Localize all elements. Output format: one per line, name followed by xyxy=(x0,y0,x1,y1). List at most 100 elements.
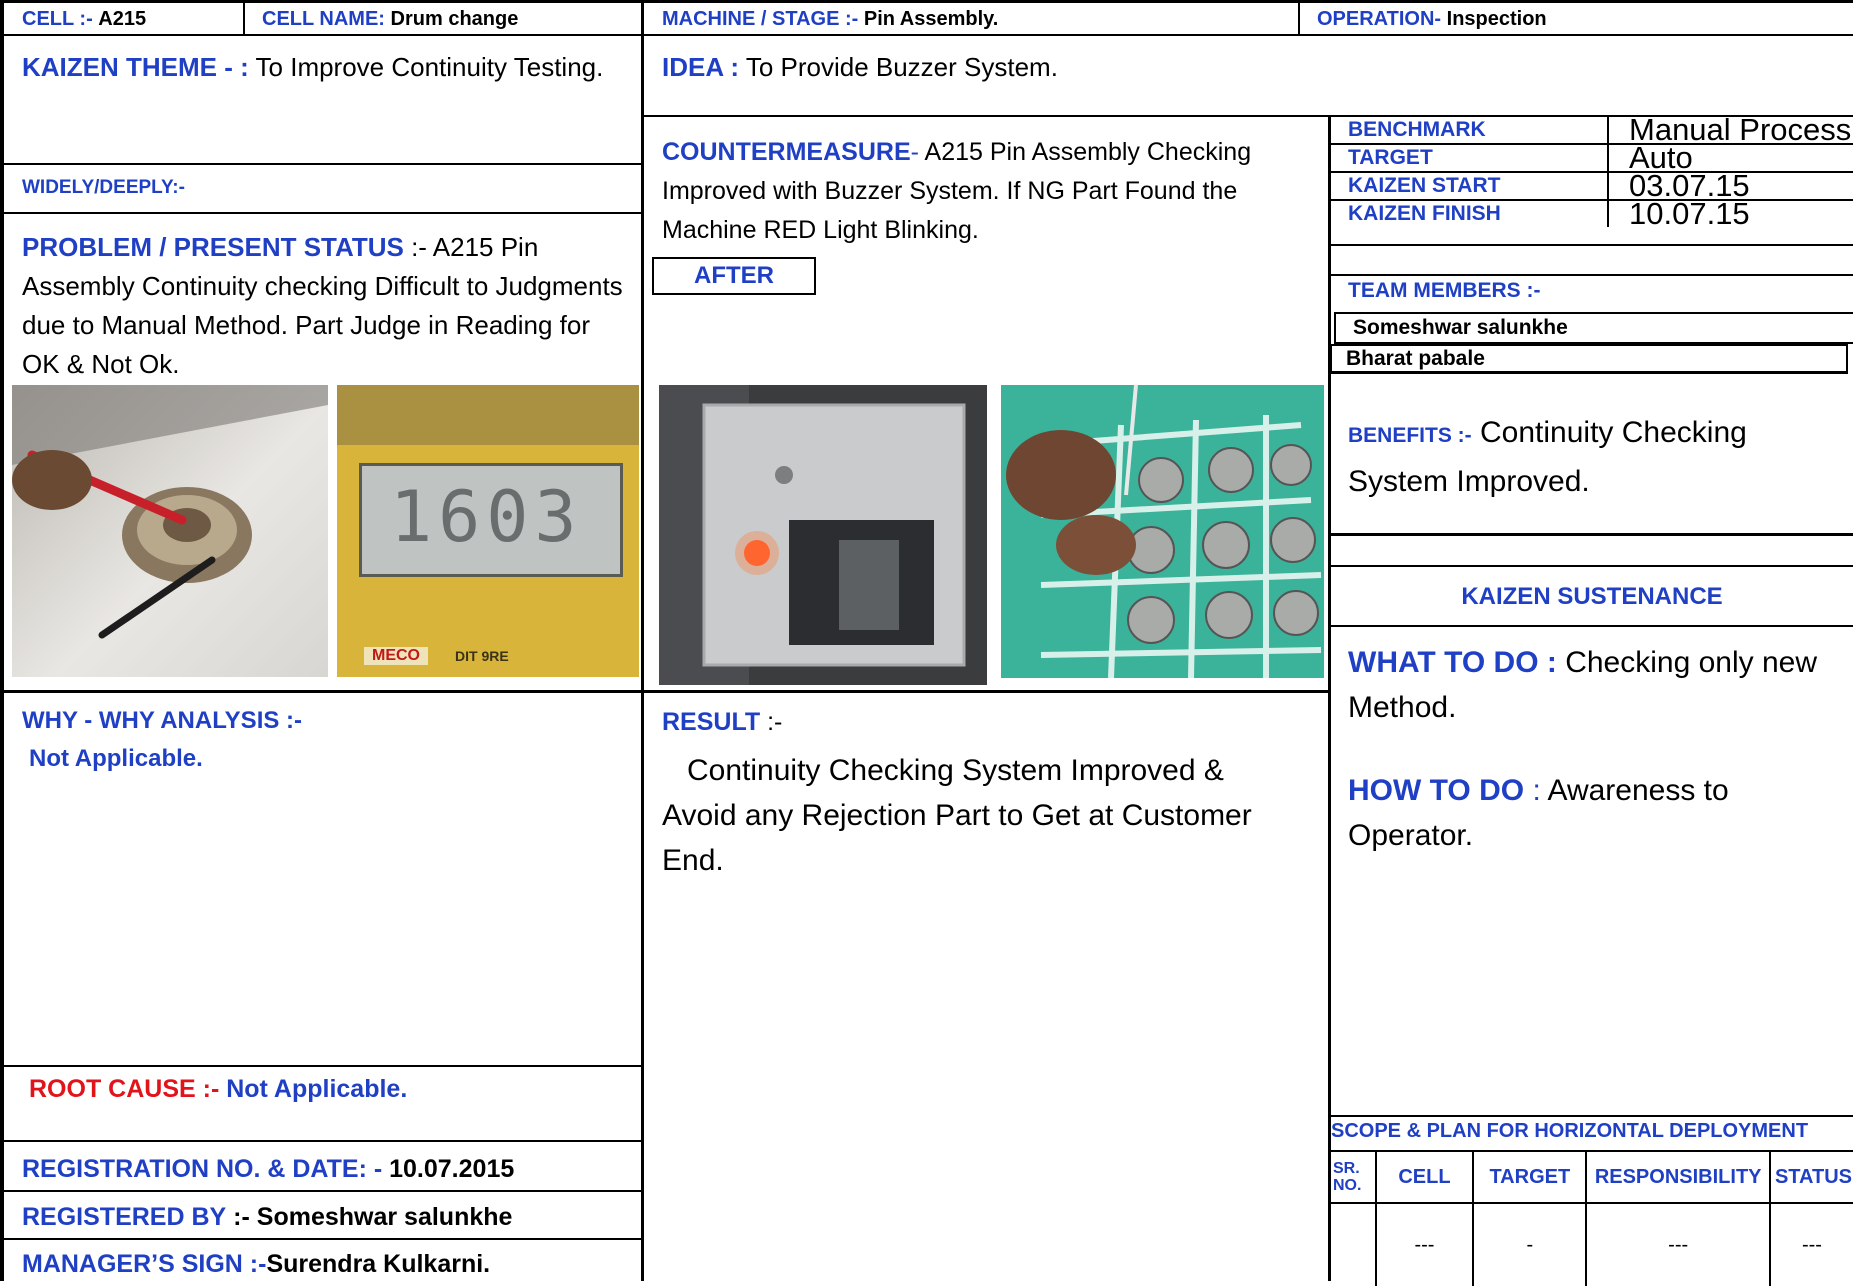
how-to-do-label: HOW TO DO xyxy=(1348,774,1525,807)
widely-deeply-label: WIDELY/DEEPLY:- xyxy=(22,177,185,198)
scope-header-target: TARGET xyxy=(1473,1151,1588,1203)
countermeasure: COUNTERMEASURE- A215 Pin Assembly Checki… xyxy=(662,133,1312,250)
manager-sign-label: MANAGER’S SIGN :- xyxy=(22,1250,267,1278)
result-text: Continuity Checking System Improved & Av… xyxy=(662,754,1252,877)
info-value-kaizen-finish: 10.07.15 xyxy=(1629,196,1750,231)
idea-label: IDEA : xyxy=(662,52,740,82)
after-label: AFTER xyxy=(694,262,774,289)
how-to-do-sep: : xyxy=(1532,774,1541,807)
sustenance-top-rule xyxy=(1328,565,1853,567)
scope-title: SCOPE & PLAN FOR HORIZONTAL DEPLOYMENT xyxy=(1331,1120,1809,1142)
info-table-bottom-rule xyxy=(1328,244,1853,246)
header-machine-label: MACHINE / STAGE :- xyxy=(662,8,859,30)
problem-photo-probe xyxy=(12,385,328,677)
meter-display: 1603 xyxy=(359,463,623,577)
kaizen-theme-text: To Improve Continuity Testing. xyxy=(255,52,604,82)
header-operation: OPERATION- Inspection xyxy=(1317,8,1547,31)
registered-by-label: REGISTERED BY xyxy=(22,1203,227,1231)
meter-brand: meco xyxy=(364,647,428,665)
manager-sign: MANAGER’S SIGN :-Surendra Kulkarni. xyxy=(22,1250,490,1279)
top-border xyxy=(0,0,1853,3)
why-why-text: Not Applicable. xyxy=(29,745,203,772)
root-cause: ROOT CAUSE :- Not Applicable. xyxy=(29,1075,407,1104)
what-to-do-label: WHAT TO DO : xyxy=(1348,646,1557,679)
scope-cell-cell: --- xyxy=(1375,1202,1475,1286)
info-label-benchmark: BENCHMARK xyxy=(1331,117,1609,145)
after-photo-tray xyxy=(1001,385,1324,678)
sustenance-title: KAIZEN SUSTENANCE xyxy=(1461,583,1723,610)
benefits: BENEFITS :- Continuity Checking System I… xyxy=(1348,410,1838,505)
scope-cell-target: - xyxy=(1473,1202,1588,1286)
sustenance-title-bottom-rule xyxy=(1328,625,1853,627)
info-label-kaizen-finish: KAIZEN FINISH xyxy=(1331,200,1609,227)
info-row: BENCHMARK Manual Process xyxy=(1331,114,1853,145)
col-divider-2 xyxy=(1328,115,1331,1281)
header-cell-value: A215 xyxy=(98,8,147,30)
widely-bottom-rule xyxy=(0,212,641,214)
problem-label: PROBLEM / PRESENT STATUS xyxy=(22,232,404,262)
countermeasure-label: COUNTERMEASURE xyxy=(662,138,911,166)
why-bottom-rule xyxy=(0,1065,641,1067)
registered-by-sep: :- xyxy=(233,1203,250,1231)
benefits-label: BENEFITS :- xyxy=(1348,424,1472,447)
probe-illustration xyxy=(12,385,328,639)
header-operation-label: OPERATION- xyxy=(1317,8,1442,30)
registration-value: 10.07.2015 xyxy=(389,1155,515,1183)
team-members-label: TEAM MEMBERS :- xyxy=(1348,279,1541,302)
scope-cell-status: --- xyxy=(1769,1202,1853,1286)
registration-bottom-rule xyxy=(0,1190,641,1192)
after-label-box: AFTER xyxy=(652,257,816,295)
header-cell-name: CELL NAME: Drum change xyxy=(262,8,518,31)
kaizen-info-table: BENCHMARK Manual Process TARGET Auto KAI… xyxy=(1331,114,1853,231)
scope-cell-responsibility: --- xyxy=(1586,1202,1771,1286)
info-row: KAIZEN START 03.07.15 xyxy=(1331,170,1853,201)
header-cell-name-value: Drum change xyxy=(390,8,519,30)
how-to-do: HOW TO DO : Awareness to Operator. xyxy=(1348,768,1843,858)
manager-sign-value: Surendra Kulkarni. xyxy=(266,1250,491,1278)
registered-by: REGISTERED BY :- Someshwar salunkhe xyxy=(22,1203,512,1232)
header-divider-a xyxy=(243,0,245,35)
scope-cell-srno xyxy=(1331,1202,1377,1286)
result-sep: :- xyxy=(767,708,783,736)
scope-table: SR. NO. CELL TARGET RESPONSIBILITY STATU… xyxy=(1331,1150,1853,1286)
header-cell-label: CELL :- xyxy=(22,8,93,30)
col-divider-1 xyxy=(641,0,644,1281)
root-cause-text: Not Applicable. xyxy=(226,1075,408,1103)
tray-illustration xyxy=(1001,385,1324,678)
header-divider-b xyxy=(1298,0,1300,35)
meter-model: DIT 9RE xyxy=(455,648,509,664)
problem-status: PROBLEM / PRESENT STATUS :- A215 Pin Ass… xyxy=(22,228,632,384)
info-row: KAIZEN FINISH 10.07.15 xyxy=(1331,196,1853,231)
header-operation-value: Inspection xyxy=(1446,8,1547,30)
meter-top-shadow xyxy=(337,385,639,445)
countermeasure-sep: - xyxy=(910,138,919,166)
registration-label: REGISTRATION NO. & DATE: - xyxy=(22,1155,383,1183)
meter-readout: 1603 xyxy=(390,476,583,558)
registered-by-value: Someshwar salunkhe xyxy=(256,1203,513,1231)
rootcause-bottom-rule xyxy=(0,1140,641,1142)
team-member-1: Someshwar salunkhe xyxy=(1334,312,1853,344)
left-border xyxy=(0,0,4,1281)
panel-illustration xyxy=(659,385,966,685)
header-bottom-rule xyxy=(0,34,1853,36)
info-row: TARGET Auto xyxy=(1331,142,1853,173)
registeredby-bottom-rule xyxy=(0,1238,641,1240)
problem-photo-meter: 1603 meco DIT 9RE xyxy=(337,385,639,677)
why-why-label: WHY - WHY ANALYSIS :- xyxy=(22,707,303,734)
header-cell: CELL :- A215 xyxy=(22,8,146,31)
after-photo-panel xyxy=(659,385,987,685)
scope-header-cell: CELL xyxy=(1375,1151,1475,1203)
header-cell-name-label: CELL NAME: xyxy=(262,8,385,30)
scope-header-responsibility: RESPONSIBILITY xyxy=(1586,1151,1771,1203)
scope-header-row: SR. NO. CELL TARGET RESPONSIBILITY STATU… xyxy=(1331,1151,1853,1203)
scope-row: --- - --- --- xyxy=(1331,1202,1853,1286)
scope-header-status: STATUS xyxy=(1774,1165,1852,1188)
what-to-do: WHAT TO DO : Checking only new Method. xyxy=(1348,640,1843,730)
team-member-2: Bharat pabale xyxy=(1330,344,1848,374)
registration: REGISTRATION NO. & DATE: - 10.07.2015 xyxy=(22,1155,514,1184)
info-label-kaizen-start: KAIZEN START xyxy=(1331,172,1609,201)
header-machine: MACHINE / STAGE :- Pin Assembly. xyxy=(662,8,998,31)
kaizen-theme: KAIZEN THEME - : To Improve Continuity T… xyxy=(22,48,622,86)
problem-sep: :- xyxy=(411,232,427,262)
theme-bottom-rule xyxy=(0,163,641,165)
